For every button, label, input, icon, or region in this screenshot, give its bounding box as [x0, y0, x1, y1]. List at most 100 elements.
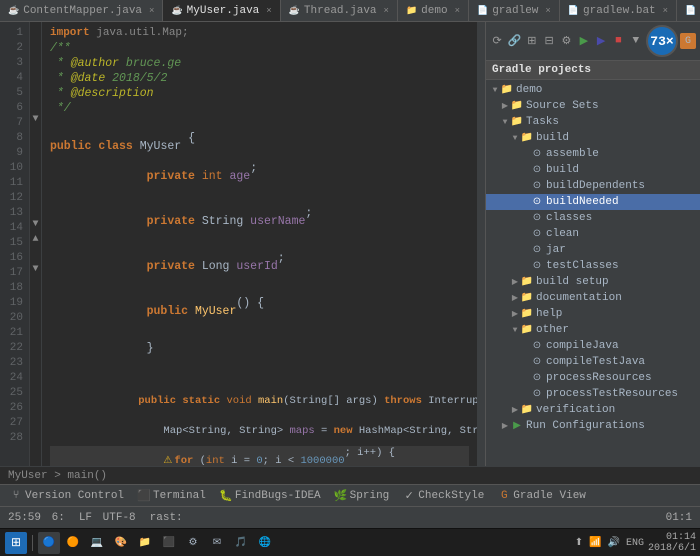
tree-item-help[interactable]: ▶ 📁 help	[486, 306, 700, 322]
tab-gradlew[interactable]: 📄 gradlew ×	[469, 0, 560, 22]
gradle-refresh-icon[interactable]: ⟳	[490, 33, 504, 49]
tab-close-myuser-icon[interactable]: ×	[266, 6, 271, 16]
code-line-12: private Long userId;	[50, 251, 469, 281]
code-area: 12345 678910 1112131415 1617181920 21222…	[0, 22, 485, 466]
taskbar-windows-icon[interactable]: ⊞	[5, 532, 27, 554]
folder-icon-sourcesets: 📁	[510, 99, 524, 113]
task-icon-processtestresources: ⊙	[530, 387, 544, 401]
tool-gradle-view[interactable]: G Gradle View	[492, 488, 592, 504]
tab-gradleprops[interactable]: 📄 gradle-wrapper.properties ×	[677, 0, 700, 22]
tree-arrow-runconfigs[interactable]: ▶	[500, 421, 510, 431]
tree-item-processresources[interactable]: ▶ ⊙ processResources	[486, 370, 700, 386]
tab-myuser[interactable]: ☕ MyUser.java ×	[163, 0, 280, 22]
tree-item-build-folder[interactable]: ▼ 📁 build	[486, 130, 700, 146]
tree-arrow-help[interactable]: ▶	[510, 309, 520, 319]
gradle-link-icon[interactable]: 🔗	[507, 33, 521, 49]
tool-checkstyle[interactable]: ✓ CheckStyle	[397, 488, 490, 504]
tree-arrow-sourcesets[interactable]: ▶	[500, 101, 510, 111]
taskbar-app-5[interactable]: 📁	[134, 532, 156, 554]
tree-item-assemble[interactable]: ▶ ⊙ assemble	[486, 146, 700, 162]
status-line-col[interactable]: 25:59 6:	[4, 507, 69, 528]
tab-contentmapper[interactable]: ☕ ContentMapper.java ×	[0, 0, 163, 22]
tab-close-gradlew-icon[interactable]: ×	[545, 6, 550, 16]
taskbar-app-8[interactable]: ✉	[206, 532, 228, 554]
tree-item-compiletestjava[interactable]: ▶ ⊙ compileTestJava	[486, 354, 700, 370]
taskbar-tray-icons: ⬆ 📶 🔊 ENG	[575, 537, 644, 549]
tab-gradlebat[interactable]: 📄 gradlew.bat ×	[560, 0, 677, 22]
code-scrollbar[interactable]	[477, 22, 485, 466]
tree-arrow-verification[interactable]: ▶	[510, 405, 520, 415]
taskbar-app-1[interactable]: 🔵	[38, 532, 60, 554]
taskbar-app-4[interactable]: 🎨	[110, 532, 132, 554]
gradle-run-debug-icon[interactable]: ▶	[594, 33, 608, 49]
task-icon-testclasses: ⊙	[530, 259, 544, 273]
tree-item-sourcesets[interactable]: ▶ 📁 Source Sets	[486, 98, 700, 114]
tree-item-runconfigs[interactable]: ▶ ▶ Run Configurations	[486, 418, 700, 434]
folder-icon-other: 📁	[520, 323, 534, 337]
taskbar-app-10[interactable]: 🌐	[254, 532, 276, 554]
tree-arrow-tasks[interactable]: ▼	[500, 117, 510, 127]
tree-item-clean[interactable]: ▶ ⊙ clean	[486, 226, 700, 242]
tab-close-thread-icon[interactable]: ×	[384, 6, 389, 16]
code-line-11	[50, 236, 469, 251]
gradle-filter-icon[interactable]: ▼	[629, 33, 643, 49]
tree-item-buildneeded[interactable]: ▶ ⊙ buildNeeded	[486, 194, 700, 210]
gradle-stop-icon[interactable]: ■	[611, 33, 625, 49]
taskbar-app-7[interactable]: ⚙	[182, 532, 204, 554]
status-encoding[interactable]: LF UTF-8	[75, 507, 140, 528]
task-icon-classes: ⊙	[530, 211, 544, 225]
tab-close-gradlebat-icon[interactable]: ×	[663, 6, 668, 16]
taskbar-app-2[interactable]: 🟠	[62, 532, 84, 554]
status-git: rast:	[146, 507, 187, 528]
line-numbers: 12345 678910 1112131415 1617181920 21222…	[0, 22, 30, 466]
tool-spring[interactable]: 🌿 Spring	[329, 488, 396, 504]
taskbar-app-9[interactable]: 🎵	[230, 532, 252, 554]
tree-arrow-buildsetup[interactable]: ▶	[510, 277, 520, 287]
tree-item-documentation[interactable]: ▶ 📁 documentation	[486, 290, 700, 306]
breadcrumb: MyUser > main()	[8, 470, 107, 482]
taskbar-app-3[interactable]: 💻	[86, 532, 108, 554]
status-time: 01:1	[662, 507, 696, 528]
gradle-run-icon[interactable]: ▶	[577, 33, 591, 49]
gradle-tree[interactable]: ▼ 📁 demo ▶ 📁 Source Sets ▼ 📁 Tasks	[486, 80, 700, 466]
tree-item-processtestresources[interactable]: ▶ ⊙ processTestResources	[486, 386, 700, 402]
code-line-4: * @description	[50, 86, 469, 101]
gradle-avatar: 73× G	[646, 25, 696, 57]
tree-item-jar[interactable]: ▶ ⊙ jar	[486, 242, 700, 258]
tool-version-control[interactable]: ⑂ Version Control	[4, 488, 130, 504]
gradle-collapse-icon[interactable]: ⊟	[542, 33, 556, 49]
taskbar-clock: 01:14 2018/6/1	[648, 532, 696, 554]
tree-arrow-demo[interactable]: ▼	[490, 85, 500, 95]
gradle-expand-icon[interactable]: ⊞	[525, 33, 539, 49]
tree-item-builddependents[interactable]: ▶ ⊙ buildDependents	[486, 178, 700, 194]
folder-icon-help: 📁	[520, 307, 534, 321]
tree-item-buildsetup[interactable]: ▶ 📁 build setup	[486, 274, 700, 290]
folder-icon-demo: 📁	[500, 83, 514, 97]
tool-findbugs[interactable]: 🐛 FindBugs-IDEA	[214, 488, 327, 504]
tree-item-other[interactable]: ▼ 📁 other	[486, 322, 700, 338]
tree-item-compilejava[interactable]: ▶ ⊙ compileJava	[486, 338, 700, 354]
tree-arrow-other[interactable]: ▼	[510, 325, 520, 335]
tab-close-icon[interactable]: ×	[149, 6, 154, 16]
gradle-toolbar: ⟳ 🔗 ⊞ ⊟ ⚙ ▶ ▶ ■ ▼ 73× G	[486, 22, 700, 61]
tree-item-demo[interactable]: ▼ 📁 demo	[486, 82, 700, 98]
tab-demo[interactable]: 📁 demo ×	[398, 0, 469, 22]
task-icon-assemble: ⊙	[530, 147, 544, 161]
tree-item-testclasses[interactable]: ▶ ⊙ testClasses	[486, 258, 700, 274]
tree-item-build-task[interactable]: ▶ ⊙ build	[486, 162, 700, 178]
tree-item-tasks[interactable]: ▼ 📁 Tasks	[486, 114, 700, 130]
taskbar-app-6[interactable]: ⬛	[158, 532, 180, 554]
gradle-settings-icon[interactable]: ⚙	[559, 33, 573, 49]
tree-arrow-documentation[interactable]: ▶	[510, 293, 520, 303]
tree-item-verification[interactable]: ▶ 📁 verification	[486, 402, 700, 418]
tree-arrow-build[interactable]: ▼	[510, 133, 520, 143]
tree-item-classes[interactable]: ▶ ⊙ classes	[486, 210, 700, 226]
task-icon-compiletestjava: ⊙	[530, 355, 544, 369]
task-icon-buildneeded: ⊙	[530, 195, 544, 209]
bug-icon: 🐛	[220, 490, 232, 502]
tool-terminal[interactable]: ⬛ Terminal	[132, 488, 212, 504]
terminal-icon: ⬛	[138, 490, 150, 502]
tab-thread[interactable]: ☕ Thread.java ×	[281, 0, 398, 22]
tool-bar: ⑂ Version Control ⬛ Terminal 🐛 FindBugs-…	[0, 484, 700, 506]
tab-close-demo-icon[interactable]: ×	[455, 6, 460, 16]
